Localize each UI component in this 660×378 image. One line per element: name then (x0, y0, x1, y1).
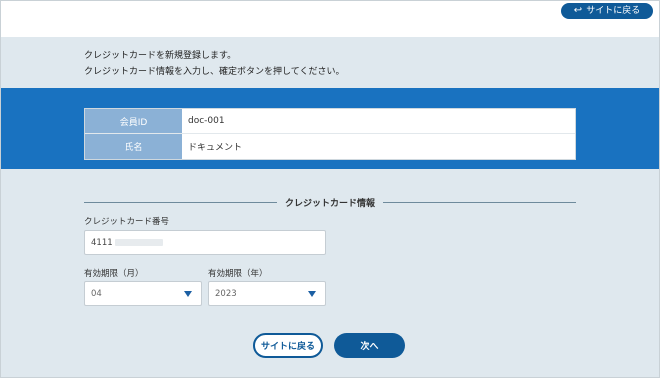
heading-rule-right (383, 201, 577, 203)
member-name-value: ドキュメント (188, 143, 243, 153)
member-info-table: 会員ID doc-001 氏名 ドキュメント (84, 108, 576, 160)
card-section-title: クレジットカード情報 (285, 198, 376, 209)
intro-text: クレジットカードを新規登録します。 クレジットカード情報を入力し、確定ボタンを押… (84, 48, 344, 80)
intro-line-2: クレジットカード情報を入力し、確定ボタンを押してください。 (84, 67, 345, 77)
chevron-down-icon (308, 291, 316, 297)
expiry-year-value: 2023 (215, 288, 237, 299)
member-name-label: 氏名 (85, 134, 182, 159)
intro-line-1: クレジットカードを新規登録します。 (84, 51, 237, 61)
expiry-month-select[interactable]: 04 (84, 281, 202, 306)
member-name-row: 氏名 ドキュメント (85, 134, 575, 159)
member-id-label: 会員ID (85, 109, 182, 133)
card-number-value: 4111 (91, 237, 113, 248)
expiry-year-label: 有効期限（年） (208, 269, 268, 279)
expiry-year-select[interactable]: 2023 (208, 281, 326, 306)
chevron-down-icon (184, 291, 192, 297)
masked-digits (114, 239, 163, 246)
top-bar: ↩ サイトに戻る (0, 0, 660, 37)
expiry-month-label: 有効期限（月） (84, 269, 144, 279)
heading-rule-left (84, 201, 277, 203)
card-section-heading: クレジットカード情報 (84, 195, 577, 209)
back-to-site-button[interactable]: サイトに戻る (253, 333, 323, 358)
return-arrow-icon: ↩ (573, 5, 583, 16)
card-number-input[interactable]: 4111 (84, 230, 326, 255)
member-id-row: 会員ID doc-001 (85, 109, 575, 134)
back-to-site-top-label: サイトに戻る (586, 6, 641, 16)
card-number-label: クレジットカード番号 (84, 217, 170, 227)
next-button[interactable]: 次へ (334, 333, 405, 358)
expiry-month-value: 04 (91, 288, 102, 299)
back-to-site-top-button[interactable]: ↩ サイトに戻る (561, 3, 653, 19)
member-id-value: doc-001 (188, 116, 225, 126)
